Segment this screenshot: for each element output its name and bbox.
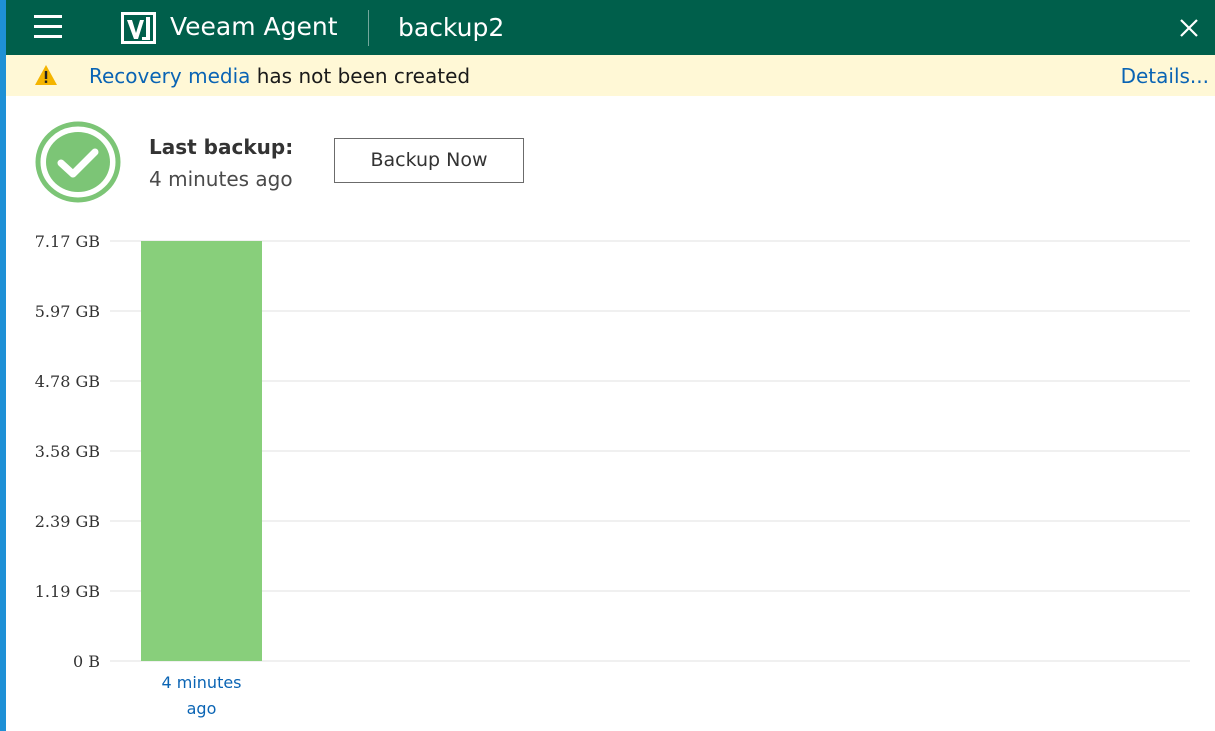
- y-tick-label: 5.97 GB: [35, 302, 100, 321]
- title-bar: Veeam Agent backup2: [6, 0, 1215, 55]
- title-separator: [368, 10, 369, 46]
- close-icon[interactable]: [1176, 15, 1202, 41]
- last-backup-value: 4 minutes ago: [149, 167, 293, 191]
- x-category-label: ago: [187, 699, 217, 718]
- x-category-label: 4 minutes: [161, 673, 241, 692]
- warning-icon: [35, 65, 57, 85]
- warning-banner: Recovery media has not been created Deta…: [6, 55, 1215, 96]
- veeam-logo-icon: [121, 12, 156, 44]
- backup-bar: [141, 241, 262, 661]
- last-backup-label: Last backup:: [149, 135, 294, 159]
- y-tick-label: 3.58 GB: [35, 442, 100, 461]
- y-tick-label: 1.19 GB: [35, 582, 100, 601]
- y-tick-label: 0 B: [73, 652, 100, 671]
- banner-message: has not been created: [250, 64, 471, 88]
- app-title: Veeam Agent: [170, 12, 338, 41]
- job-title: backup2: [398, 13, 505, 42]
- recovery-media-link[interactable]: Recovery media: [89, 64, 250, 88]
- hamburger-menu-icon[interactable]: [32, 13, 68, 41]
- backup-size-chart: 0 B 1.19 GB 2.39 GB 3.58 GB 4.78 GB 5.97 GB 7.…: [35, 232, 1190, 718]
- success-check-icon: [35, 121, 121, 203]
- details-link[interactable]: Details...: [1121, 63, 1209, 89]
- banner-message-line: Recovery media has not been created: [89, 63, 470, 89]
- y-tick-label: 2.39 GB: [35, 512, 100, 531]
- backup-now-button[interactable]: Backup Now: [334, 138, 524, 183]
- y-tick-label: 4.78 GB: [35, 372, 100, 391]
- y-tick-label: 7.17 GB: [35, 232, 100, 251]
